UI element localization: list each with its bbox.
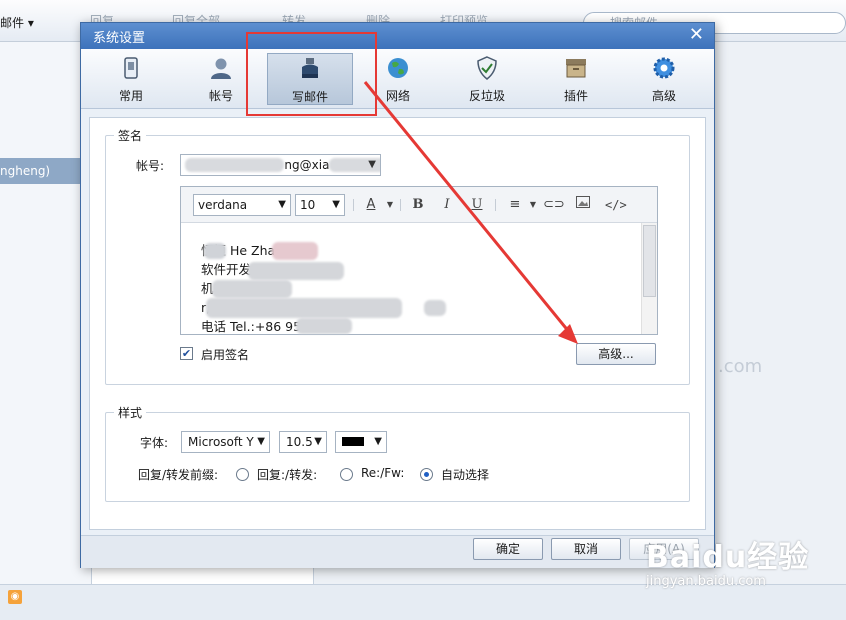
align-icon[interactable]: ≡ <box>505 196 525 214</box>
globe-icon <box>388 58 408 78</box>
chevron-down-icon: ▼ <box>332 199 340 210</box>
folder-item-selected[interactable]: ngheng) <box>0 158 80 184</box>
underline-button[interactable]: U <box>467 196 487 214</box>
user-icon <box>211 58 231 79</box>
account-label: 帐号: <box>136 159 165 173</box>
color-swatch <box>342 437 364 446</box>
box-icon <box>566 59 586 78</box>
account-value: ng@xia <box>284 158 330 172</box>
default-size-select[interactable]: 10.5 ▼ <box>279 431 327 453</box>
link-icon[interactable]: ⊂⊃ <box>543 196 565 214</box>
baidu-watermark: Baidu经验 jingyan.baidu.com <box>646 532 809 589</box>
tab-advanced[interactable]: 高级 <box>629 53 699 105</box>
scrollbar-thumb[interactable] <box>643 225 656 297</box>
font-family-select[interactable]: verdana ▼ <box>193 194 291 216</box>
prefix-radio-auto[interactable] <box>420 468 433 481</box>
close-icon[interactable]: ✕ <box>689 24 704 45</box>
default-size-value: 10.5 <box>286 435 313 449</box>
advanced-signature-button[interactable]: 高级... <box>576 343 656 365</box>
tab-general[interactable]: 常用 <box>96 53 166 105</box>
shield-icon <box>477 56 497 80</box>
prefix-radio-chinese[interactable] <box>236 468 249 481</box>
divider <box>400 199 401 211</box>
prefix-option-label: Re:/Fw: <box>361 466 405 480</box>
watermark-line2: jingyan.baidu.com <box>646 574 766 589</box>
redaction-blob <box>424 300 446 316</box>
watermark-line1: Baidu经验 <box>646 540 810 575</box>
font-label: 字体: <box>140 436 169 450</box>
chevron-down-icon: ▼ <box>368 159 376 170</box>
italic-button[interactable]: I <box>437 196 457 214</box>
divider <box>495 199 496 211</box>
redaction-blob <box>296 318 352 334</box>
font-size-select[interactable]: 10 ▼ <box>295 194 345 216</box>
chevron-down-icon: ▼ <box>374 432 382 452</box>
prefix-option-label: 自动选择 <box>441 468 490 482</box>
style-group-title: 样式 <box>114 404 147 421</box>
settings-tab-bar: 常用 帐号 写邮件 网络 反垃圾 插件 高级 <box>81 49 714 109</box>
settings-panel-icon <box>124 57 138 79</box>
font-color-button[interactable]: A <box>361 196 381 214</box>
enable-signature-checkbox[interactable]: ✔ <box>180 347 193 360</box>
chevron-down-icon[interactable]: ▼ <box>380 196 400 214</box>
mail-menu[interactable]: 邮件 ▾ <box>0 14 34 31</box>
image-icon <box>576 196 590 208</box>
redaction-blob <box>204 243 226 259</box>
default-font-select[interactable]: Microsoft Y ▼ <box>181 431 270 453</box>
prefix-radio-english[interactable] <box>340 468 353 481</box>
annotation-highlight-box <box>246 32 377 116</box>
status-bar <box>0 584 846 620</box>
signature-line: 恒恒 He Zhao <box>201 243 283 258</box>
redaction-blob <box>206 298 402 318</box>
rss-icon[interactable]: ◉ <box>8 590 22 604</box>
prefix-option-label: 回复:/转发: <box>257 468 318 482</box>
default-font-value: Microsoft Y <box>188 435 254 449</box>
tab-label: 插件 <box>563 89 588 103</box>
default-color-select[interactable]: ▼ <box>335 431 387 453</box>
gear-icon <box>653 57 675 79</box>
chevron-down-icon[interactable]: ▼ <box>523 196 543 214</box>
signature-group-title: 签名 <box>114 127 147 144</box>
chevron-down-icon: ▼ <box>257 432 265 452</box>
image-icon[interactable] <box>573 196 593 214</box>
chevron-down-icon: ▼ <box>314 432 322 452</box>
tab-label: 常用 <box>118 89 143 103</box>
font-family-value: verdana <box>198 198 248 212</box>
tab-plugins[interactable]: 插件 <box>541 53 611 105</box>
editor-toolbar: verdana ▼ 10 ▼ A ▼ B I U ≡ ▼ ⊂⊃ </> <box>181 187 657 223</box>
background-text: .com <box>718 356 763 377</box>
redacted-text: xxxxxxxxxxxxxx <box>185 158 285 172</box>
cancel-button[interactable]: 取消 <box>551 538 621 560</box>
font-size-value: 10 <box>300 198 316 212</box>
ok-button[interactable]: 确定 <box>473 538 543 560</box>
dialog-title: 系统设置 <box>93 31 146 46</box>
chevron-down-icon: ▼ <box>278 199 286 210</box>
tab-antispam[interactable]: 反垃圾 <box>452 53 522 105</box>
dialog-titlebar[interactable]: 系统设置 ✕ <box>81 23 714 49</box>
style-group <box>105 412 690 502</box>
bold-button[interactable]: B <box>408 196 428 214</box>
folder-pane <box>0 42 92 620</box>
signature-line: 电话 Tel.:+86 9516 <box>201 319 317 334</box>
redaction-blob <box>248 262 344 280</box>
editor-scrollbar[interactable] <box>641 223 657 334</box>
account-select[interactable]: xxxxxxxxxxxxxxng@xiaxxxxxxxxcor ▼ <box>180 154 381 176</box>
enable-signature-label: 启用签名 <box>201 348 250 362</box>
redaction-blob <box>212 280 292 298</box>
prefix-label: 回复/转发前缀: <box>138 468 219 482</box>
tab-label: 反垃圾 <box>468 89 505 103</box>
tab-label: 高级 <box>651 89 676 103</box>
redaction-blob <box>272 242 318 260</box>
source-code-icon[interactable]: </> <box>605 196 627 214</box>
divider <box>353 199 354 211</box>
